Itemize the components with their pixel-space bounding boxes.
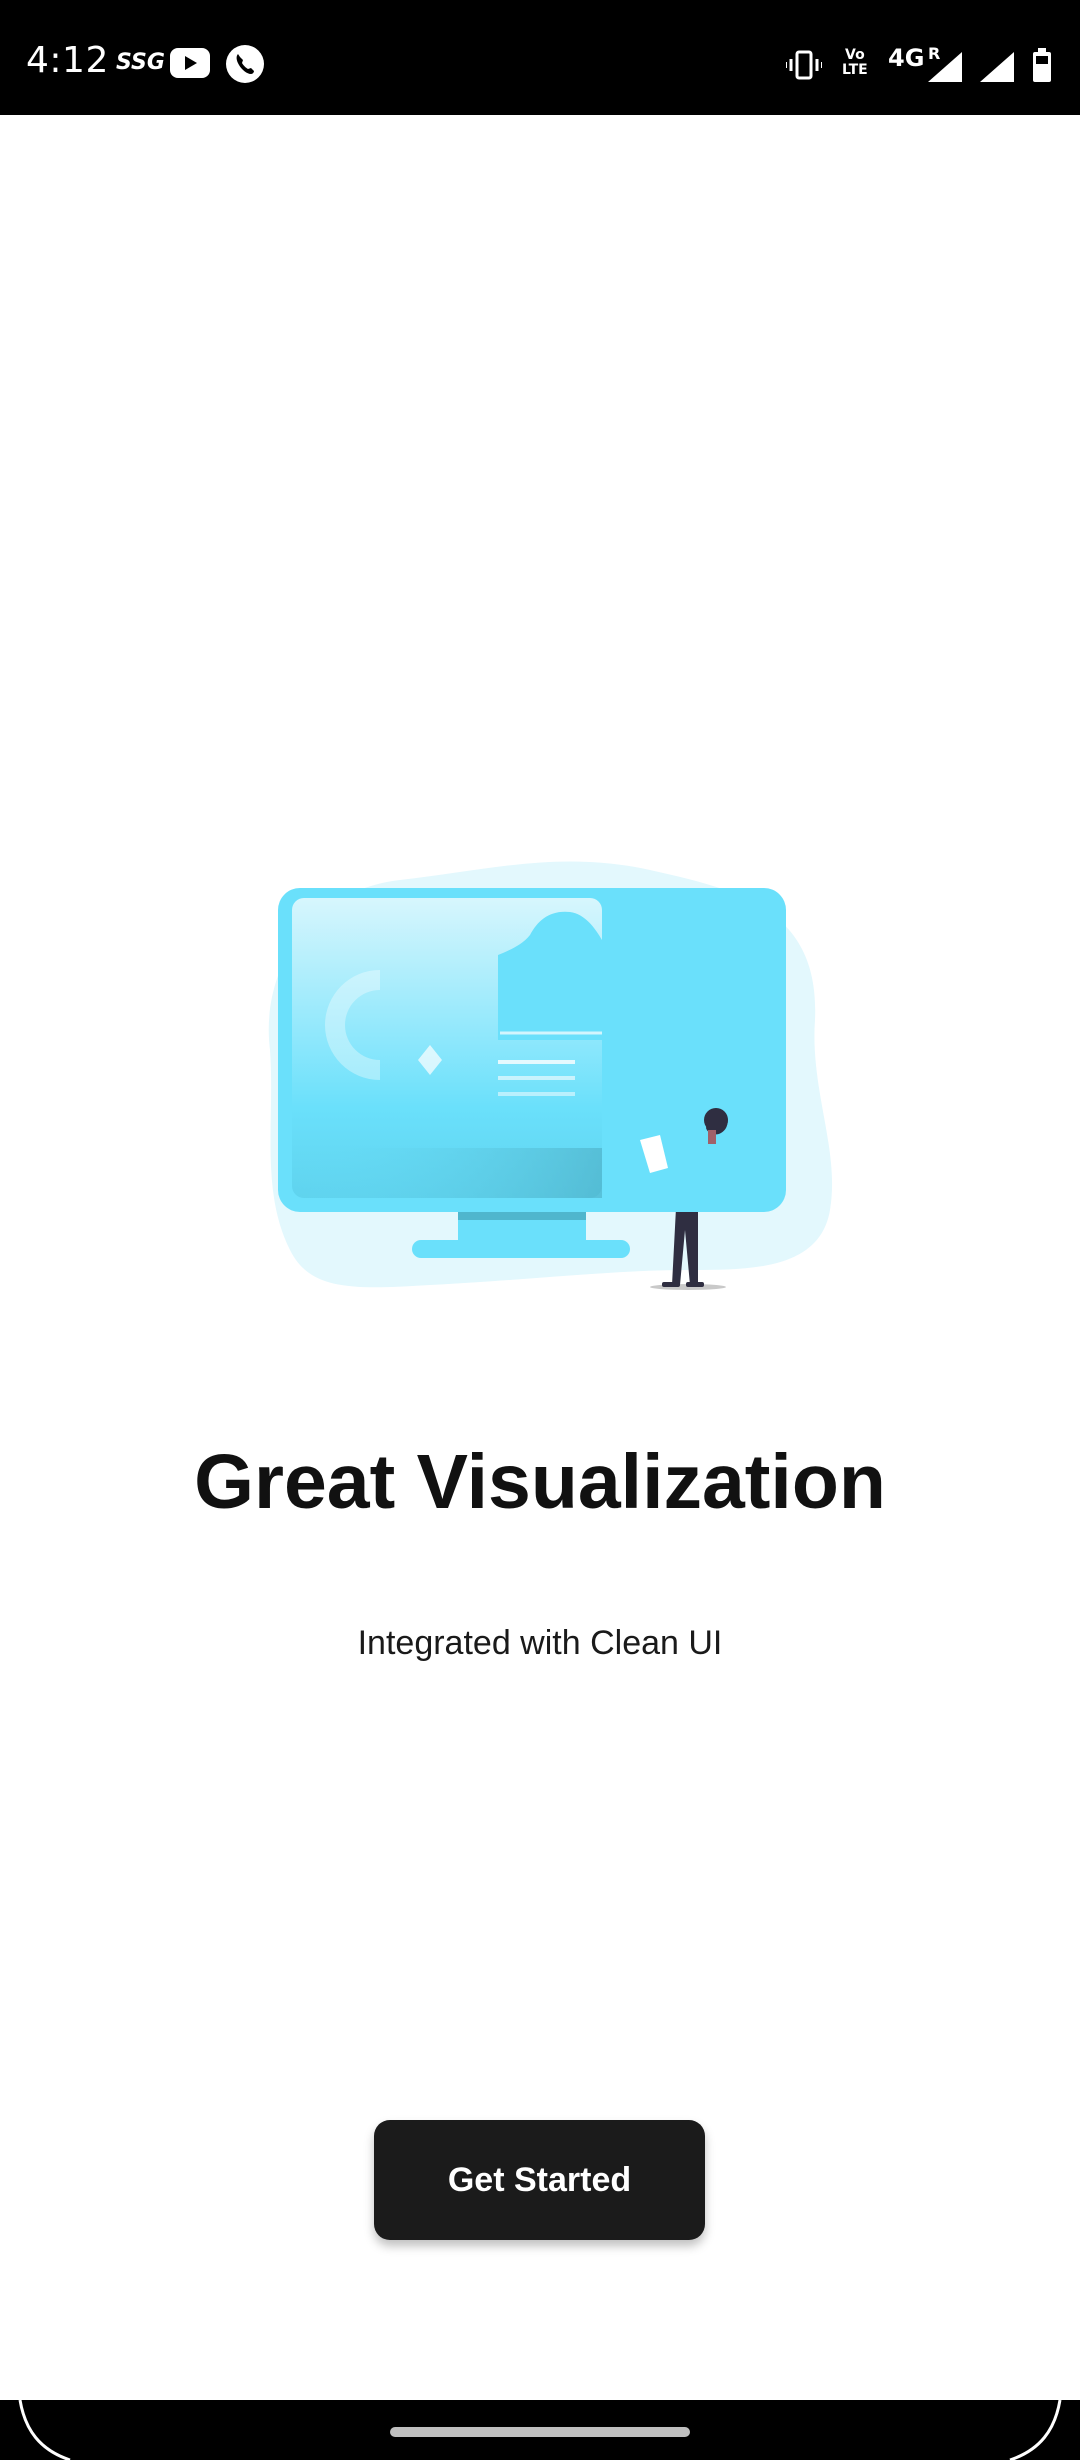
- monitor-illustration: [268, 861, 833, 1290]
- volte-label-top: Vo: [845, 47, 865, 63]
- phone-call-icon: [226, 45, 264, 83]
- onboarding-title: Great Visualization: [194, 1439, 886, 1525]
- screen-corner-left: [18, 2399, 71, 2460]
- monitor-stand-base: [412, 1240, 630, 1258]
- volte-label-bottom: LTE: [842, 62, 868, 78]
- signal-icon: [928, 52, 962, 82]
- onboarding-screen: 4:12 SSG Vo LTE 4G R Great Visualization…: [0, 0, 1080, 2460]
- signal-icon: [980, 52, 1014, 82]
- onboarding-subtitle: Integrated with Clean UI: [357, 1624, 723, 1662]
- vibrate-icon: [786, 50, 822, 80]
- volte-icon: Vo LTE: [842, 48, 868, 78]
- youtube-icon: [170, 48, 210, 78]
- get-started-button[interactable]: Get Started: [374, 2120, 705, 2240]
- battery-icon: [1033, 48, 1051, 82]
- carrier-label: SSG: [116, 50, 165, 75]
- home-gesture-handle[interactable]: [390, 2427, 690, 2437]
- network-type-label: 4G: [888, 44, 925, 72]
- screen-corner-right: [1009, 2399, 1062, 2460]
- status-bar: 4:12 SSG Vo LTE 4G R: [0, 0, 1080, 115]
- status-time: 4:12: [26, 40, 109, 81]
